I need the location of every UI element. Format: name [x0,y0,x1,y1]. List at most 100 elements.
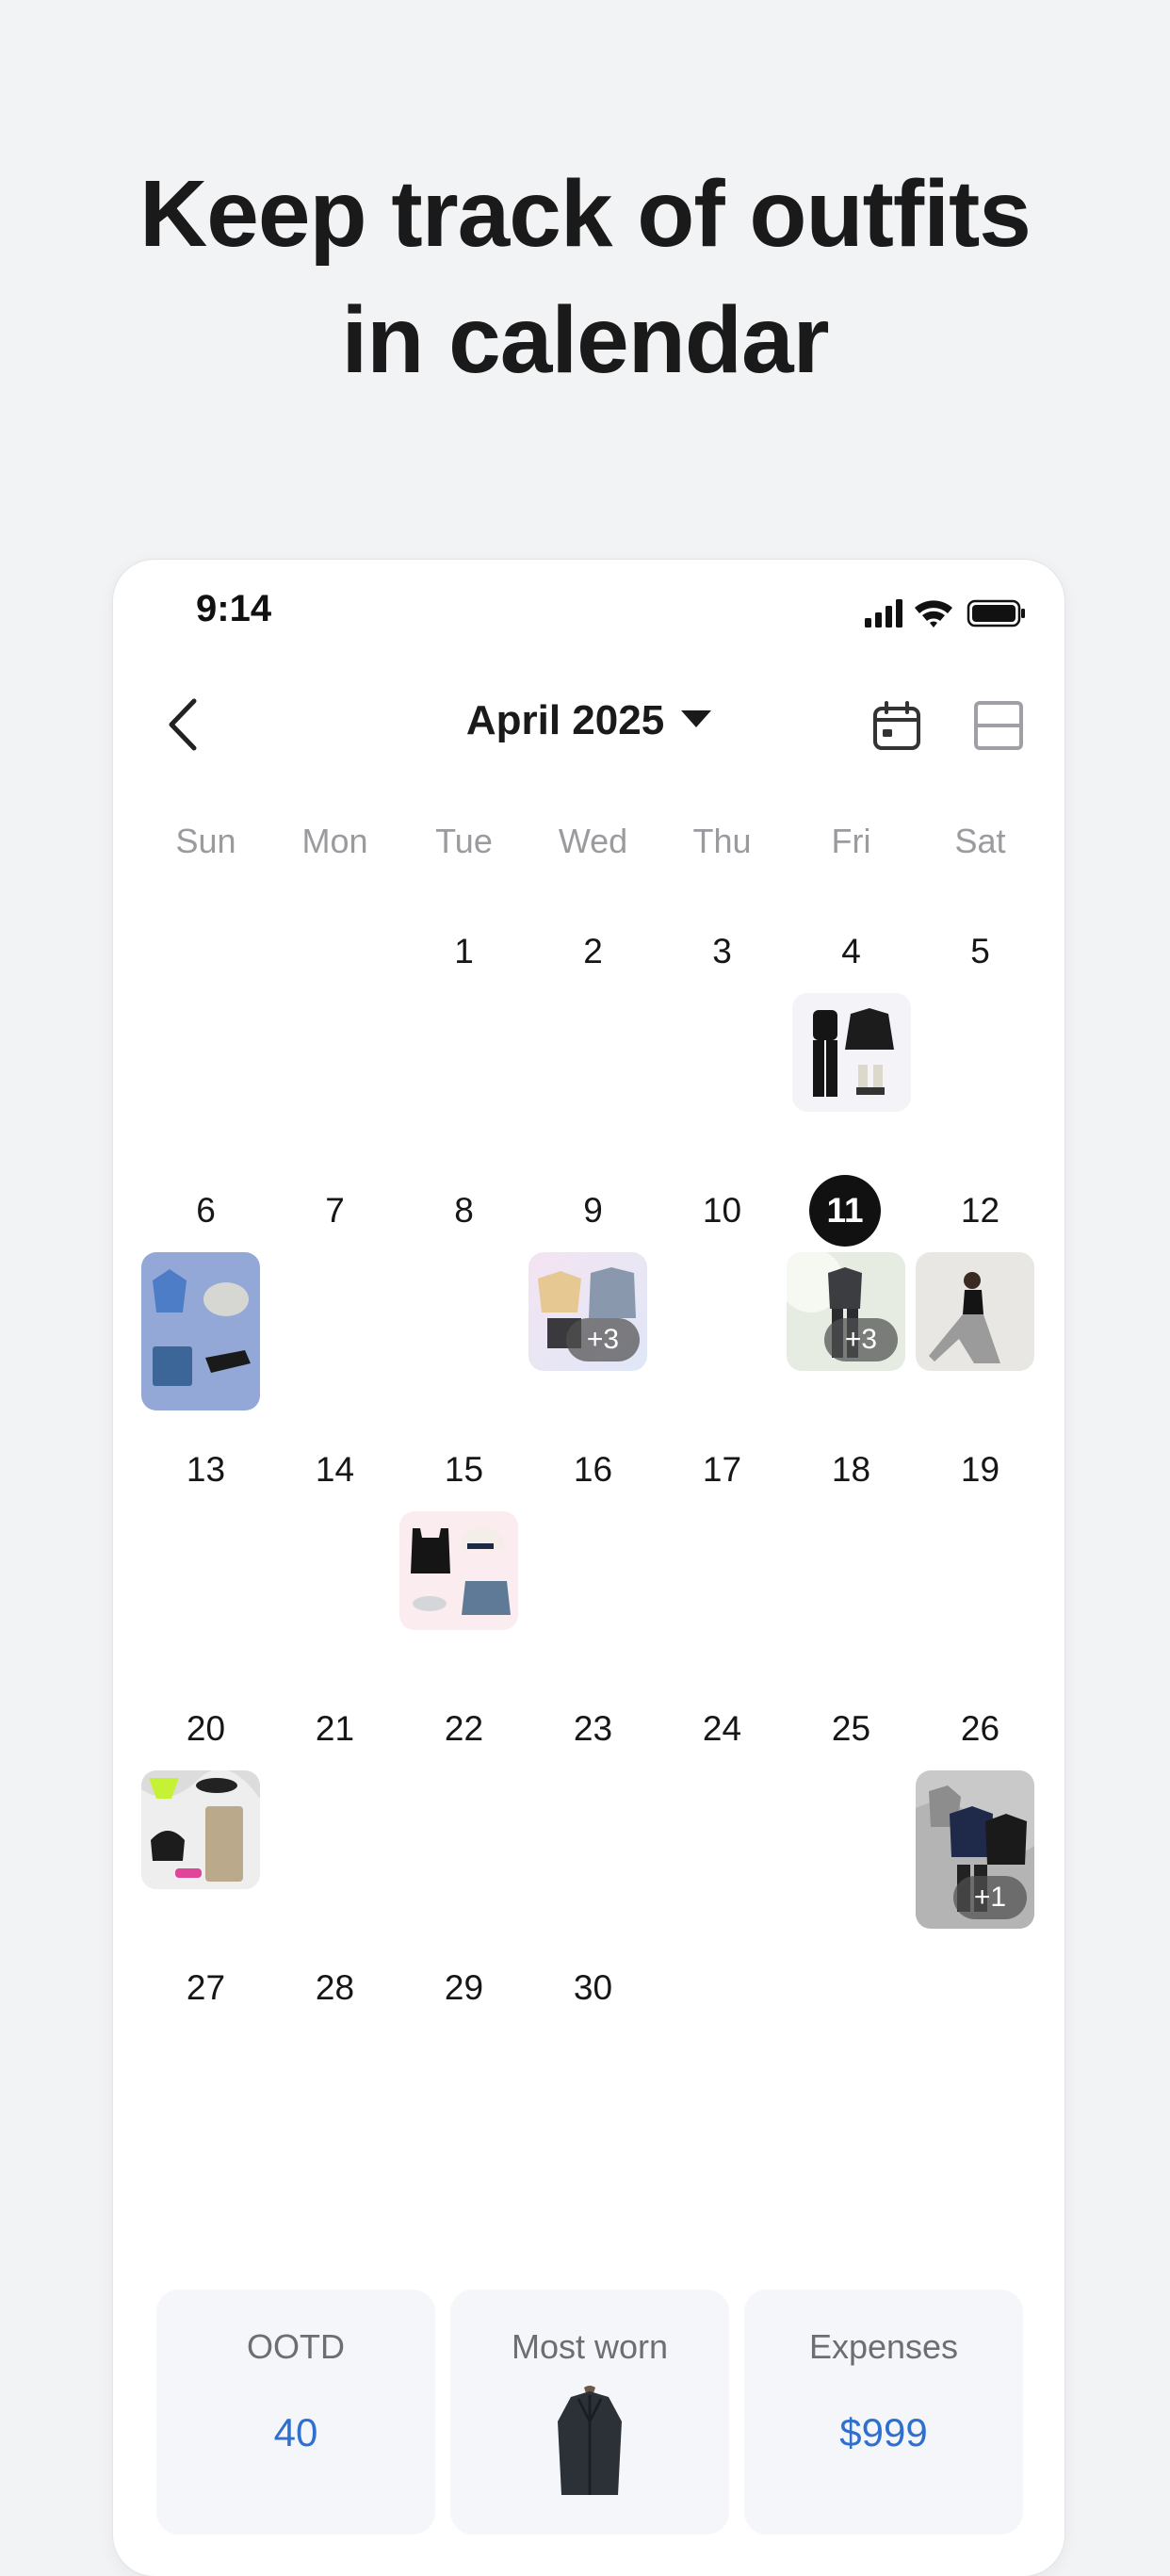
day-number: 13 [186,1450,226,1489]
calendar-day[interactable]: 14 [270,1432,399,1691]
calendar-day[interactable]: 20 [141,1691,270,1950]
day-number: 2 [583,932,603,970]
day-number: 9 [583,1191,603,1230]
calendar-day[interactable]: 5 [916,914,1045,1173]
day-number: 20 [186,1709,226,1748]
coat-icon [558,2386,622,2495]
calendar-day-today[interactable]: 11 +3 [787,1173,916,1432]
day-number: 25 [831,1709,871,1748]
calendar-day[interactable]: 12 [916,1173,1045,1432]
outfit-thumbnail[interactable] [399,1511,518,1630]
calendar-icon[interactable] [870,699,923,752]
today-marker: 11 [809,1175,881,1247]
calendar-day[interactable]: 13 [141,1432,270,1691]
split-layout-icon[interactable] [972,699,1025,752]
calendar-day[interactable]: 6 [141,1173,270,1432]
day-number: 8 [454,1191,474,1230]
outfit-thumbnail[interactable] [792,993,911,1112]
day-number: 28 [315,1968,355,2007]
outfit-photo[interactable] [916,1252,1034,1371]
calendar-day[interactable]: 22 [399,1691,528,1950]
day-number: 19 [960,1450,1000,1489]
stats-row: OOTD 40 Most worn Expenses $999 [156,2290,1023,2535]
calendar-day-empty [141,914,270,1173]
calendar-day[interactable]: 8 [399,1173,528,1432]
day-number: 4 [841,932,861,970]
headline: Keep track of outfits in calendar [0,151,1170,403]
status-icons [865,599,1025,628]
calendar-day[interactable]: 10 [658,1173,787,1432]
stat-expenses-card[interactable]: Expenses $999 [744,2290,1023,2535]
caret-down-icon [681,710,712,728]
day-number: 10 [702,1191,742,1230]
headline-line-1: Keep track of outfits [139,161,1032,267]
day-number: 27 [186,1968,226,2007]
day-number: 5 [970,932,990,970]
calendar-day[interactable]: 28 [270,1950,399,2209]
calendar-day[interactable]: 24 [658,1691,787,1950]
calendar-day[interactable]: 19 [916,1432,1045,1691]
day-number: 3 [712,932,732,970]
weekday-sun: Sun [175,822,236,860]
stat-expenses-label: Expenses [808,2327,959,2366]
day-number: 14 [315,1450,355,1489]
weekday-thu: Thu [692,822,752,860]
stat-ootd-label: OOTD [247,2327,345,2366]
wifi-icon [915,600,952,628]
day-number: 18 [831,1450,871,1489]
calendar-day[interactable]: 17 [658,1432,787,1691]
month-label: April 2025 [465,697,665,743]
headline-line-2: in calendar [341,287,830,393]
stat-most-worn-label: Most worn [511,2327,669,2366]
calendar-day[interactable]: 2 [528,914,658,1173]
calendar-day[interactable]: 16 [528,1432,658,1691]
outfit-thumbnail[interactable] [141,1252,260,1410]
calendar-day[interactable]: 15 [399,1432,528,1691]
calendar-day[interactable]: 18 [787,1432,916,1691]
calendar-day[interactable]: 1 [399,914,528,1173]
day-number: 23 [573,1709,613,1748]
more-outfits-badge: +1 [953,1876,1027,1919]
weekday-mon: Mon [301,822,368,860]
day-number: 30 [573,1968,613,2007]
calendar-day[interactable]: 26 +1 [916,1691,1045,1950]
weekday-sat: Sat [954,822,1006,860]
outfit-thumbnail[interactable] [141,1770,260,1889]
battery-icon [967,599,1025,628]
stat-ootd-value: 40 [273,2410,318,2454]
more-outfits-badge: +3 [566,1318,640,1361]
calendar-day[interactable]: 29 [399,1950,528,2209]
weekday-header: Sun Mon Tue Wed Thu Fri Sat [141,822,1046,867]
signal-icon [865,599,902,628]
status-time: 9:14 [196,588,272,629]
day-number: 24 [702,1709,742,1748]
outfit-thumbnail[interactable]: +3 [787,1252,905,1371]
day-number: 12 [960,1191,1000,1230]
calendar-day[interactable]: 30 [528,1950,658,2209]
calendar-day[interactable]: 27 [141,1950,270,2209]
day-number: 1 [454,932,474,970]
weekday-tue: Tue [435,822,493,860]
day-number: 22 [444,1709,484,1748]
day-number: 29 [444,1968,484,2007]
day-number: 15 [444,1450,484,1489]
stat-most-worn-card[interactable]: Most worn [450,2290,729,2535]
calendar-day[interactable]: 9 +3 [528,1173,658,1432]
calendar-day[interactable]: 4 [787,914,916,1173]
weekday-wed: Wed [558,822,628,860]
calendar-day[interactable]: 25 [787,1691,916,1950]
outfit-thumbnail[interactable]: +1 [916,1770,1034,1929]
day-number: 6 [196,1191,216,1230]
stat-expenses-value: $999 [839,2410,928,2454]
calendar-day[interactable]: 23 [528,1691,658,1950]
outfit-thumbnail[interactable]: +3 [528,1252,647,1371]
stat-ootd-card[interactable]: OOTD 40 [156,2290,435,2535]
calendar-grid: 1 2 3 4 5 6 7 8 9 +3 10 11 +3 12 13 14 1… [141,914,1046,2233]
more-outfits-badge: +3 [824,1318,898,1361]
calendar-day[interactable]: 21 [270,1691,399,1950]
day-number: 17 [702,1450,742,1489]
calendar-day[interactable]: 3 [658,914,787,1173]
day-number: 16 [573,1450,613,1489]
calendar-day[interactable]: 7 [270,1173,399,1432]
day-number: 26 [960,1709,1000,1748]
